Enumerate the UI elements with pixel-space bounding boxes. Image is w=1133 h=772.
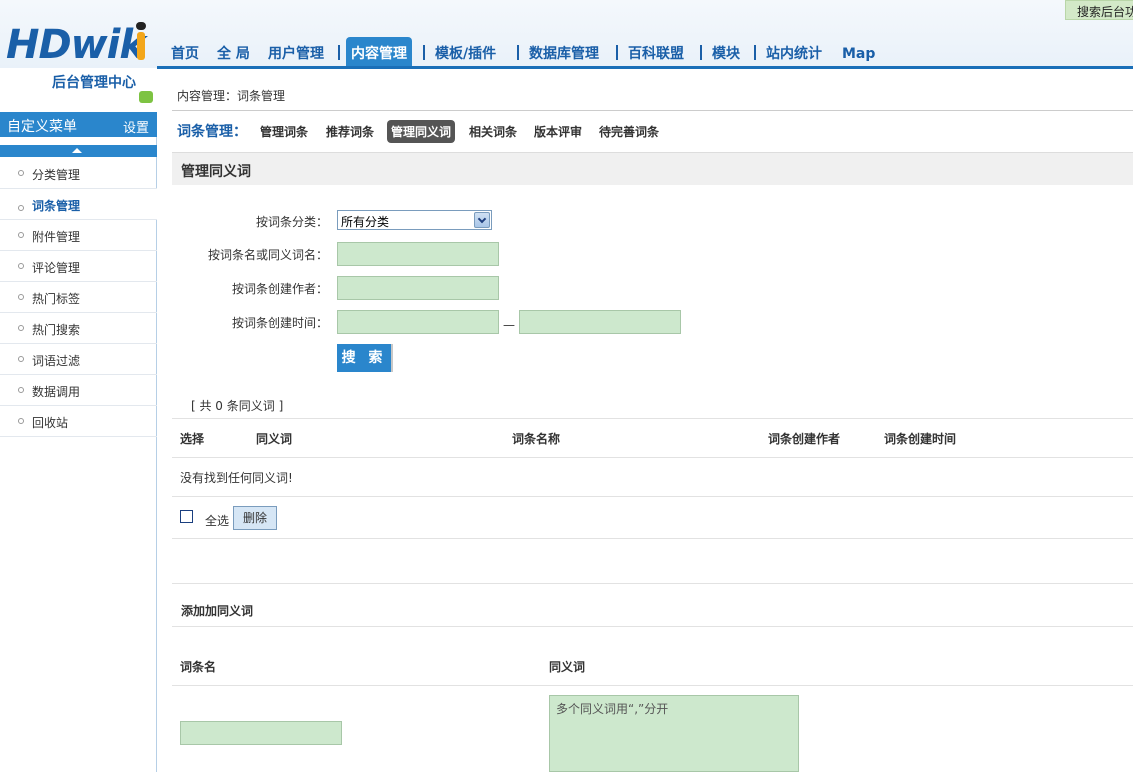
nav-user-management[interactable]: 用户管理 xyxy=(268,37,324,68)
chat-bubble-icon xyxy=(139,91,153,103)
end-date-input[interactable] xyxy=(519,310,681,334)
category-select-value: 所有分类 xyxy=(341,215,390,229)
nav-separator xyxy=(616,45,618,60)
search-backend-button[interactable]: 搜索后台功能 xyxy=(1065,0,1133,20)
author-label: 按词条创建作者： xyxy=(232,282,329,296)
divider xyxy=(172,457,1133,458)
bullet-icon xyxy=(18,387,24,393)
nav-wiki-alliance[interactable]: 百科联盟 xyxy=(628,37,684,68)
nav-separator xyxy=(517,45,519,60)
search-button[interactable]: 搜 索 xyxy=(337,344,393,372)
start-date-input[interactable] xyxy=(337,310,499,334)
section-title: 管理同义词 xyxy=(181,164,251,180)
sidebar-header: 自定义菜单 设置 xyxy=(0,112,157,137)
tab-related-entries[interactable]: 相关词条 xyxy=(469,123,517,140)
category-select[interactable]: 所有分类 xyxy=(337,210,492,230)
nav-templates-plugins[interactable]: 模板/插件 xyxy=(435,37,496,68)
nav-global[interactable]: 全 局 xyxy=(217,37,250,68)
nav-separator xyxy=(338,45,340,60)
column-header-created-time: 词条创建时间 xyxy=(884,432,957,446)
author-input[interactable] xyxy=(337,276,499,300)
nav-separator xyxy=(754,45,756,60)
breadcrumb: 内容管理：词条管理 xyxy=(177,89,286,103)
name-or-synonym-label: 按词条名或同义词名： xyxy=(208,248,329,262)
bullet-icon xyxy=(18,205,24,211)
bullet-icon xyxy=(18,294,24,300)
column-header-author: 词条创建作者 xyxy=(768,432,841,446)
add-synonym-title: 添加加同义词 xyxy=(181,604,254,618)
bullet-icon xyxy=(18,356,24,362)
column-header-select: 选择 xyxy=(180,432,205,446)
sidebar: 自定义菜单 设置 分类管理 词条管理 附件管理 评论管理 热门标签 热门搜索 词… xyxy=(0,112,157,772)
hdwiki-logo[interactable]: HDwik 后台管理中心 xyxy=(6,22,156,104)
sidebar-item-data-call[interactable]: 数据调用 xyxy=(0,375,157,406)
logo-subtitle: 后台管理中心 xyxy=(52,75,136,91)
tab-manage-synonyms[interactable]: 管理同义词 xyxy=(387,120,456,143)
divider xyxy=(172,418,1133,419)
collapse-arrow-icon[interactable] xyxy=(0,145,157,157)
divider xyxy=(172,496,1133,497)
section-header: 管理同义词 xyxy=(172,152,1133,185)
bullet-icon xyxy=(18,232,24,238)
nav-modules[interactable]: 模块 xyxy=(712,37,740,68)
sidebar-item-word-filter[interactable]: 词语过滤 xyxy=(0,344,157,375)
synonym-label: 同义词 xyxy=(549,660,586,674)
sidebar-item-hot-searches[interactable]: 热门搜索 xyxy=(0,313,157,344)
sidebar-item-hot-tags[interactable]: 热门标签 xyxy=(0,282,157,313)
sidebar-item-entry-management[interactable]: 词条管理 xyxy=(0,189,157,220)
tab-recommended-entries[interactable]: 推荐词条 xyxy=(326,123,374,140)
divider xyxy=(172,626,1133,627)
sidebar-item-comment-management[interactable]: 评论管理 xyxy=(0,251,157,282)
logo-text: HDwik xyxy=(6,22,146,68)
bullet-icon xyxy=(18,325,24,331)
nav-underline xyxy=(157,66,1133,69)
chevron-down-icon[interactable] xyxy=(474,212,490,228)
divider xyxy=(172,583,1133,584)
divider xyxy=(172,110,1133,111)
empty-message: 没有找到任何同义词! xyxy=(180,471,293,485)
column-header-entry-name: 词条名称 xyxy=(512,432,561,446)
name-or-synonym-input[interactable] xyxy=(337,242,499,266)
nav-content-management[interactable]: 内容管理 xyxy=(346,37,412,68)
column-header-synonym: 同义词 xyxy=(256,432,293,446)
sidebar-item-recycle-bin[interactable]: 回收站 xyxy=(0,406,157,437)
delete-button[interactable]: 删除 xyxy=(233,506,277,530)
sidebar-item-attachment-management[interactable]: 附件管理 xyxy=(0,220,157,251)
tab-version-review[interactable]: 版本评审 xyxy=(534,123,582,140)
tab-entries-to-improve[interactable]: 待完善词条 xyxy=(599,123,659,140)
divider xyxy=(172,538,1133,539)
nav-separator xyxy=(423,45,425,60)
tab-manage-entries[interactable]: 管理词条 xyxy=(260,123,308,140)
entry-name-label: 词条名 xyxy=(180,660,217,674)
bullet-icon xyxy=(18,170,24,176)
custom-menu-title[interactable]: 自定义菜单 xyxy=(7,116,77,136)
subnav-title: 词条管理： xyxy=(177,124,247,140)
time-label: 按词条创建时间： xyxy=(232,316,329,330)
result-count: [ 共 0 条同义词 ] xyxy=(191,399,284,413)
entry-name-input[interactable] xyxy=(180,721,342,745)
nav-database-management[interactable]: 数据库管理 xyxy=(529,37,599,68)
nav-site-statistics[interactable]: 站内统计 xyxy=(766,37,822,68)
select-all-label[interactable]: 全选 xyxy=(205,512,229,529)
sidebar-settings-link[interactable]: 设置 xyxy=(123,117,149,136)
nav-map[interactable]: Map xyxy=(842,37,875,68)
synonyms-textarea[interactable]: 多个同义词用“,”分开 xyxy=(549,695,799,772)
date-separator: — xyxy=(503,318,515,332)
bullet-icon xyxy=(18,418,24,424)
category-label: 按词条分类： xyxy=(256,215,329,229)
logo-i-icon xyxy=(134,22,148,62)
sidebar-item-category-management[interactable]: 分类管理 xyxy=(0,158,157,189)
select-all-checkbox[interactable] xyxy=(180,510,193,523)
nav-separator xyxy=(700,45,702,60)
nav-home[interactable]: 首页 xyxy=(171,37,199,68)
divider xyxy=(172,685,1133,686)
bullet-icon xyxy=(18,263,24,269)
